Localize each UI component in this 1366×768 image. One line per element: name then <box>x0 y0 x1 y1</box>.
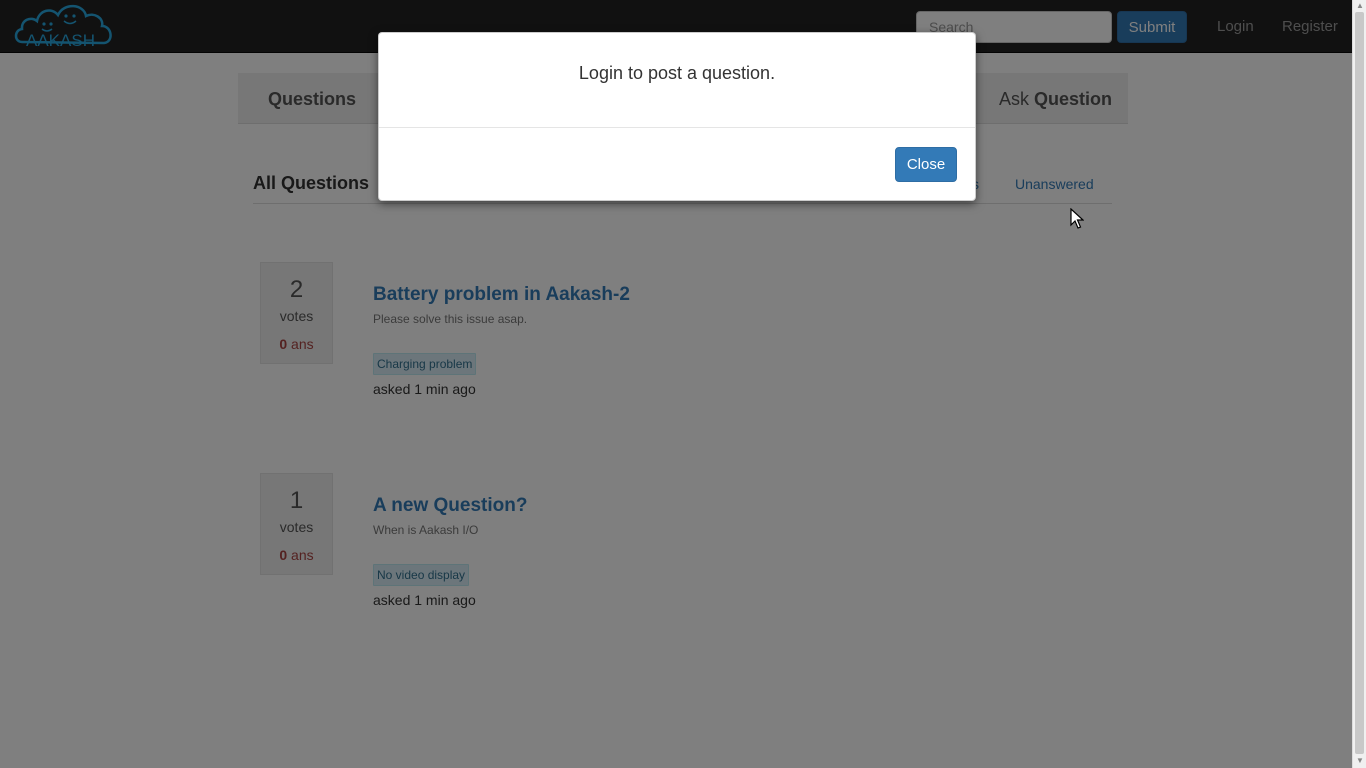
modal-message: Login to post a question. <box>578 63 776 83</box>
scroll-up-icon[interactable]: ▲ <box>1356 1 1364 10</box>
scrollbar-thumb[interactable] <box>1355 12 1364 754</box>
mouse-cursor-icon <box>1070 208 1084 229</box>
scroll-down-icon[interactable]: ▼ <box>1356 756 1364 765</box>
login-required-dialog: Login to post a question. Close <box>378 32 976 201</box>
page-scrollbar[interactable]: ▲ ▼ <box>1352 0 1366 768</box>
close-button[interactable]: Close <box>895 147 957 182</box>
modal-divider <box>379 127 975 128</box>
